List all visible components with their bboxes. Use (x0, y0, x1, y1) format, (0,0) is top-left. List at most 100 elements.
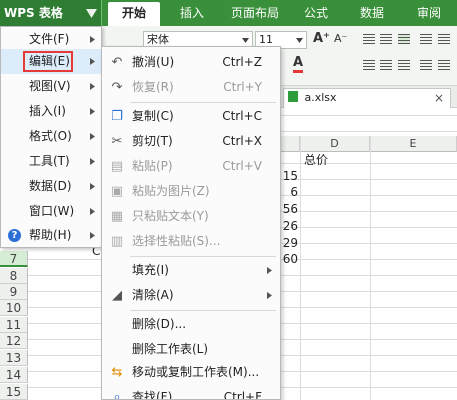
wps-main-menu: 文件(F) 编辑(E) 视图(V) 插入(I) 格式(O) 工具(T) 数据(D… (0, 26, 102, 248)
justify-icon[interactable] (420, 60, 432, 70)
indent-icon[interactable] (438, 34, 450, 44)
chevron-right-icon (90, 208, 95, 215)
menu-item-view[interactable]: 视图(V) (1, 74, 101, 99)
row-header-12[interactable]: 12 (0, 333, 28, 349)
chevron-down-icon (86, 9, 97, 18)
chevron-right-icon (90, 58, 95, 65)
menu-item-label: 删除(D)... (132, 317, 187, 331)
row-header-13[interactable]: 13 (0, 350, 28, 366)
gridline (370, 136, 371, 400)
highlight-box (23, 51, 73, 72)
menu-item-undo[interactable]: ↶ 撤消(U) Ctrl+Z (102, 50, 280, 75)
font-color-button[interactable]: A (293, 56, 304, 73)
font-name-value: 宋体 (147, 33, 169, 46)
menu-item-label: 粘贴(P) (132, 159, 173, 173)
align-middle-icon[interactable] (380, 34, 392, 44)
row-header-9[interactable]: 9 (0, 284, 28, 300)
menu-item-copy[interactable]: ❐ 复制(C) Ctrl+C (102, 104, 280, 129)
undo-icon: ↶ (111, 55, 123, 70)
menu-item-label: 选择性粘贴(S)... (132, 234, 221, 248)
menu-separator (130, 256, 276, 257)
align-left-icon[interactable] (363, 60, 375, 70)
menu-item-format[interactable]: 格式(O) (1, 124, 101, 149)
chevron-right-icon (90, 36, 95, 43)
menu-item-help[interactable]: ? 帮助(H) (1, 223, 101, 248)
menu-item-window[interactable]: 窗口(W) (1, 199, 101, 224)
menu-item-edit[interactable]: 编辑(E) (1, 49, 101, 74)
menu-item-label: 填充(I) (132, 263, 169, 277)
chevron-right-icon (90, 83, 95, 90)
ribbon-tab-bar: WPS 表格 开始 插入 页面布局 公式 数据 审阅 (0, 0, 457, 26)
row-header-10[interactable]: 10 (0, 300, 28, 316)
column-header-d[interactable]: D (300, 136, 370, 152)
menu-item-paste-text-only: ▦ 只粘贴文本(Y) (102, 204, 280, 229)
tab-formulas[interactable]: 公式 (294, 0, 338, 26)
paste-special-icon: ▥ (110, 234, 124, 249)
chevron-right-icon (90, 183, 95, 190)
shortcut-label: Ctrl+F (223, 390, 262, 400)
align-bottom-icon[interactable] (398, 34, 410, 44)
cell-d1[interactable]: 总价 (304, 152, 328, 168)
tab-insert[interactable]: 插入 (168, 0, 216, 26)
menu-item-label: 删除工作表(L) (132, 342, 209, 356)
row-header-11[interactable]: 11 (0, 317, 28, 333)
wrap-text-icon[interactable] (420, 34, 432, 44)
menu-item-move-copy-sheet[interactable]: ⇆ 移动或复制工作表(M)... (102, 360, 280, 385)
menu-item-label: 剪切(T) (132, 134, 173, 148)
shortcut-label: Ctrl+Z (222, 55, 262, 69)
paste-icon: ▤ (110, 159, 124, 174)
eraser-icon: ◢ (112, 288, 122, 303)
menu-item-paste: ▤ 粘贴(P) Ctrl+V (102, 154, 280, 179)
help-icon: ? (8, 229, 21, 242)
align-center-icon[interactable] (380, 60, 392, 70)
gridline (300, 136, 301, 400)
menu-item-data[interactable]: 数据(D) (1, 174, 101, 199)
menu-item-label: 格式(O) (29, 129, 72, 143)
grow-font-button[interactable]: A⁺ (313, 31, 330, 46)
paste-picture-icon: ▣ (110, 184, 124, 199)
menu-item-label: 移动或复制工作表(M)... (132, 365, 260, 379)
align-top-icon[interactable] (363, 34, 375, 44)
menu-item-delete-sheet[interactable]: 删除工作表(L) (102, 337, 280, 362)
menu-item-clear[interactable]: ◢ 清除(A) (102, 283, 280, 308)
tab-review[interactable]: 审阅 (404, 0, 454, 26)
move-sheet-icon: ⇆ (111, 365, 123, 380)
menu-item-label: 粘贴为图片(Z) (132, 184, 210, 198)
menu-item-insert[interactable]: 插入(I) (1, 99, 101, 124)
paste-text-icon: ▦ (110, 209, 124, 224)
menu-item-label: 清除(A) (132, 288, 174, 302)
column-header-e[interactable]: E (370, 136, 457, 152)
menu-item-label: 文件(F) (29, 32, 70, 46)
copy-icon: ❐ (111, 109, 123, 124)
shrink-font-button[interactable]: A⁻ (334, 32, 347, 45)
shortcut-label: Ctrl+X (222, 134, 262, 148)
tab-data[interactable]: 数据 (348, 0, 396, 26)
document-tab[interactable]: a.xlsx × (283, 88, 451, 108)
menu-item-delete[interactable]: 删除(D)... (102, 312, 280, 337)
menu-item-label: 工具(T) (29, 154, 70, 168)
menu-item-tools[interactable]: 工具(T) (1, 149, 101, 174)
wps-app-menu-button[interactable]: WPS 表格 (0, 0, 102, 26)
distribute-icon[interactable] (438, 60, 450, 70)
row-header-15[interactable]: 15 (0, 384, 28, 400)
menu-item-redo: ↷ 恢复(R) Ctrl+Y (102, 75, 280, 100)
menu-item-label: 视图(V) (29, 79, 71, 93)
shortcut-label: Ctrl+C (222, 109, 262, 123)
tab-home[interactable]: 开始 (108, 2, 160, 26)
close-icon[interactable]: × (434, 89, 444, 107)
menu-item-fill[interactable]: 填充(I) (102, 258, 280, 283)
row-header-8[interactable]: 8 (0, 268, 28, 284)
row-header-7[interactable]: 7 (0, 251, 28, 267)
menu-item-find[interactable]: ⌕ 查找(F)... Ctrl+F (102, 385, 280, 400)
shortcut-label: Ctrl+Y (223, 80, 262, 94)
scissors-icon: ✂ (111, 134, 123, 149)
find-icon: ⌕ (113, 390, 121, 400)
chevron-right-icon (90, 158, 95, 165)
row-header-14[interactable]: 14 (0, 367, 28, 383)
menu-item-cut[interactable]: ✂ 剪切(T) Ctrl+X (102, 129, 280, 154)
align-right-icon[interactable] (398, 60, 410, 70)
menu-item-paste-as-picture: ▣ 粘贴为图片(Z) (102, 179, 280, 204)
font-size-value: 11 (259, 33, 273, 46)
tab-page-layout[interactable]: 页面布局 (220, 0, 290, 26)
shortcut-label: Ctrl+V (222, 159, 262, 173)
